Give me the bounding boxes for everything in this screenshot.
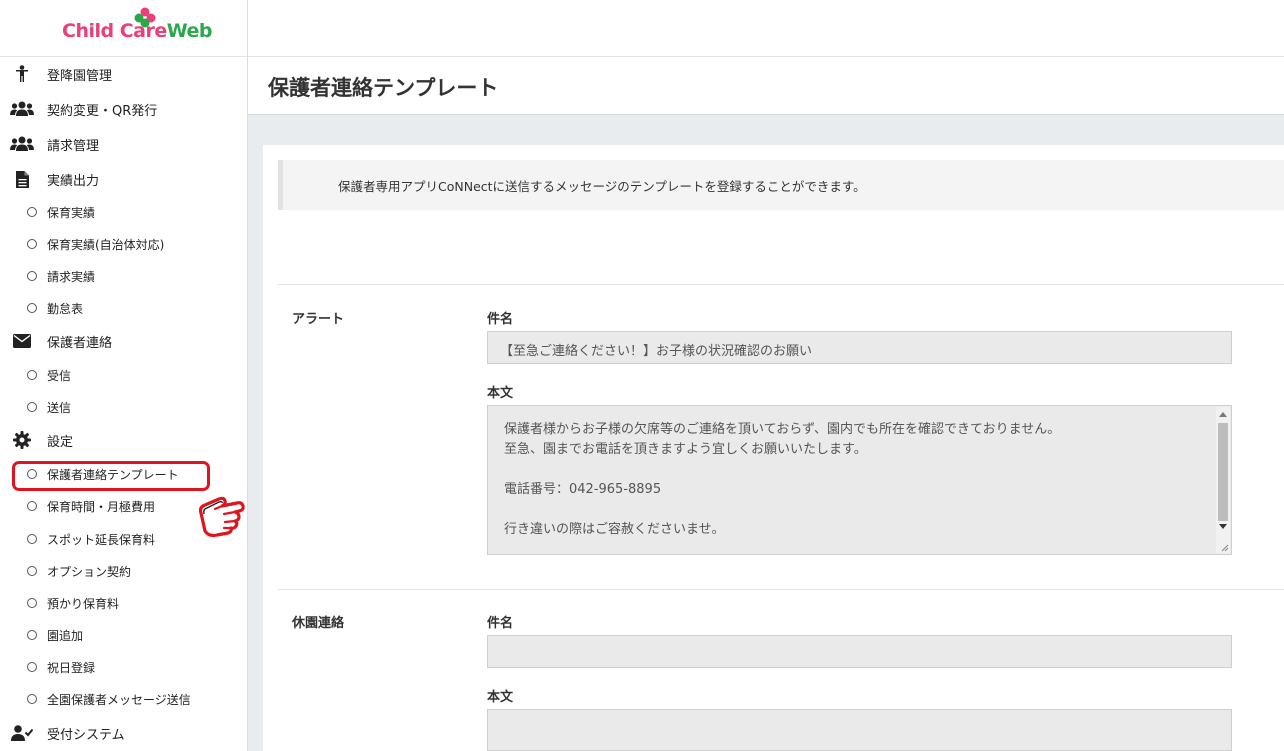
sidebar-subitem-label: 祝日登録: [47, 660, 96, 675]
logo-text-web: Web: [166, 20, 213, 42]
users-icon: [10, 134, 34, 154]
sidebar-subitem-billing-records[interactable]: 請求実績: [0, 263, 247, 289]
circle-icon: [27, 630, 37, 640]
sidebar-item-label: 契約変更・QR発行: [47, 103, 158, 119]
sidebar-item-reception-system[interactable]: 受付システム: [0, 717, 247, 749]
document-icon: [10, 169, 34, 189]
users-icon: [10, 99, 34, 119]
closure-subject-input[interactable]: [487, 635, 1232, 668]
sidebar-subitem-label: 請求実績: [47, 269, 96, 284]
circle-icon: [27, 534, 37, 544]
body-line: [504, 460, 1215, 480]
sidebar-subitem-label: 園追加: [47, 628, 84, 643]
sidebar-subitem-holiday-registration[interactable]: 祝日登録: [0, 654, 247, 680]
sidebar-item-label: 登降園管理: [47, 68, 113, 84]
logo-area: Child CareWeb: [0, 0, 247, 57]
sidebar-subitem-inbox[interactable]: 受信: [0, 362, 247, 388]
sidebar-subitem-timesheet[interactable]: 勤怠表: [0, 295, 247, 321]
section-label-closure: 休園連絡: [292, 616, 345, 631]
circle-icon: [27, 402, 37, 412]
sidebar-item-label: 請求管理: [47, 138, 100, 154]
sidebar-subitem-broadcast-message[interactable]: 全園保護者メッセージ送信: [0, 686, 247, 712]
user-check-icon: [10, 723, 34, 743]
circle-icon: [27, 598, 37, 608]
scroll-up-arrow-icon[interactable]: [1219, 412, 1227, 417]
sidebar-subitem-care-records[interactable]: 保育実績: [0, 199, 247, 225]
sidebar-item-parent-contact[interactable]: 保護者連絡: [0, 325, 247, 357]
body-line: 電話番号：042-965-8895: [504, 482, 662, 497]
sidebar-item-label: 受付システム: [47, 727, 125, 743]
sidebar-item-label: 設定: [47, 434, 74, 450]
sidebar-subitem-sent[interactable]: 送信: [0, 394, 247, 420]
logo-text-child-care: Child Care: [62, 20, 167, 42]
circle-icon: [27, 207, 37, 217]
sidebar-item-attendance[interactable]: 登降園管理: [0, 58, 247, 90]
body-line: 保護者様からお子様の欠席等のご連絡を頂いておらず、園内でも所在を確認できておりま…: [504, 422, 1061, 437]
body-line: 行き違いの際はご容赦くださいませ。: [504, 522, 725, 537]
alert-subject-input[interactable]: 【至急ご連絡ください！】お子様の状況確認のお願い: [487, 331, 1232, 364]
sidebar-item-reports[interactable]: 実績出力: [0, 163, 247, 195]
sidebar-subitem-label: 保育時間・月極費用: [47, 499, 156, 514]
divider: [278, 284, 1284, 285]
scrollbar-thumb[interactable]: [1218, 423, 1228, 521]
sidebar-subitem-care-records-municipal[interactable]: 保育実績(自治体対応): [0, 231, 247, 257]
sidebar-item-billing[interactable]: 請求管理: [0, 128, 247, 160]
sidebar-subitem-label: 預かり保育料: [47, 596, 120, 611]
sidebar-subitem-temporary-care-fee[interactable]: 預かり保育料: [0, 590, 247, 616]
sidebar-item-contract[interactable]: 契約変更・QR発行: [0, 93, 247, 125]
divider: [278, 589, 1284, 590]
circle-icon: [27, 566, 37, 576]
sidebar-subitem-label: 送信: [47, 400, 72, 415]
highlight-annotation: [12, 461, 210, 491]
sidebar-subitem-label: オプション契約: [47, 564, 132, 579]
body-label: 本文: [487, 690, 514, 705]
pointing-hand-icon: [198, 496, 245, 538]
circle-icon: [27, 662, 37, 672]
circle-icon: [27, 501, 37, 511]
page-title-bar: 保護者連絡テンプレート: [248, 57, 1284, 115]
resize-grip-icon[interactable]: [1219, 542, 1229, 552]
alert-body-textarea[interactable]: 保護者様からお子様の欠席等のご連絡を頂いておらず、園内でも所在を確認できておりま…: [487, 405, 1232, 555]
sidebar-subitem-label: 保育実績(自治体対応): [47, 237, 165, 252]
page-title: 保護者連絡テンプレート: [268, 76, 499, 100]
circle-icon: [27, 694, 37, 704]
sidebar-item-settings[interactable]: 設定: [0, 424, 247, 456]
info-callout: 保護者専用アプリCoNNectに送信するメッセージのテンプレートを登録することが…: [278, 160, 1284, 210]
sidebar-subitem-label: 受信: [47, 368, 72, 383]
sidebar-subitem-label: 勤怠表: [47, 301, 84, 316]
scroll-down-arrow-icon[interactable]: [1219, 524, 1227, 529]
circle-icon: [27, 239, 37, 249]
app-logo[interactable]: Child CareWeb: [62, 20, 213, 42]
subject-label: 件名: [487, 616, 514, 631]
child-icon: [10, 64, 34, 84]
subject-label: 件名: [487, 312, 514, 327]
sidebar-subitem-label: 全園保護者メッセージ送信: [47, 692, 191, 707]
sidebar-subitem-add-facility[interactable]: 園追加: [0, 622, 247, 648]
top-header: [248, 0, 1284, 57]
body-label: 本文: [487, 386, 514, 401]
textarea-scrollbar[interactable]: [1216, 407, 1230, 553]
sidebar-item-label: 保護者連絡: [47, 335, 113, 351]
envelope-icon: [10, 331, 34, 351]
sidebar-subitem-option-contract[interactable]: オプション契約: [0, 558, 247, 584]
closure-body-textarea[interactable]: [487, 709, 1232, 751]
circle-icon: [27, 271, 37, 281]
body-line: 至急、園までお電話を頂きますよう宜しくお願いいたします。: [504, 442, 867, 457]
info-text: 保護者専用アプリCoNNectに送信するメッセージのテンプレートを登録することが…: [338, 179, 866, 194]
sidebar-subitem-label: スポット延長保育料: [47, 532, 156, 547]
sidebar-subitem-label: 保育実績: [47, 205, 96, 220]
sidebar: Child CareWeb 登降園管理 契約変更・QR発行 請求管理 実績出力 …: [0, 0, 248, 751]
gear-icon: [10, 430, 34, 450]
circle-icon: [27, 370, 37, 380]
section-label-alert: アラート: [292, 312, 345, 327]
body-line: [504, 500, 1215, 520]
circle-icon: [27, 303, 37, 313]
sidebar-item-label: 実績出力: [47, 173, 100, 189]
